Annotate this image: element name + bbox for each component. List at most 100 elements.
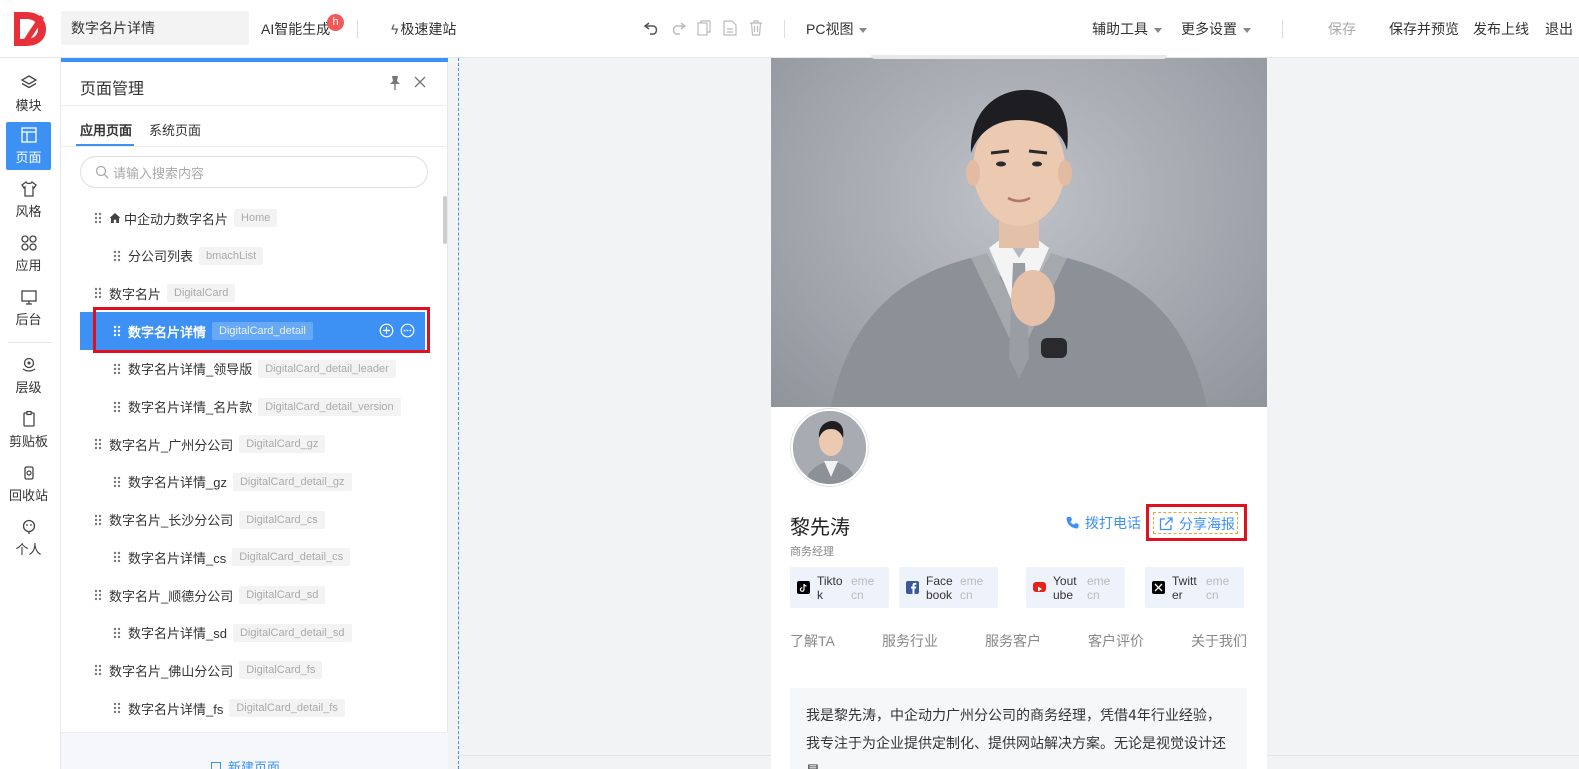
close-icon[interactable] xyxy=(413,75,427,89)
page-search xyxy=(80,156,428,188)
avatar[interactable] xyxy=(791,409,868,486)
rail-item-recycle[interactable]: 回收站 xyxy=(6,460,51,508)
page-item[interactable]: 数字名片_佛山分公司 DigitalCard_fs xyxy=(80,651,425,689)
drag-handle-icon[interactable] xyxy=(93,286,103,300)
view-mode-select[interactable]: PC视图 xyxy=(806,19,868,39)
rail-item-layers[interactable]: 层级 xyxy=(6,352,51,400)
drag-handle-icon[interactable] xyxy=(93,513,103,527)
card-tab-industry[interactable]: 服务行业 xyxy=(882,631,938,651)
shirt-icon xyxy=(20,181,37,197)
rail-divider xyxy=(8,342,52,343)
page-item[interactable]: 数字名片_广州分公司 DigitalCard_gz xyxy=(80,425,425,463)
rail-item-clipboard[interactable]: 剪贴板 xyxy=(6,406,51,454)
page-item-tag: DigitalCard xyxy=(167,284,236,303)
search-input[interactable] xyxy=(113,163,413,183)
drag-handle-icon[interactable] xyxy=(93,211,103,225)
more-circle-icon[interactable] xyxy=(400,323,415,338)
card-tab-about-ta[interactable]: 了解TA xyxy=(790,631,835,651)
page-item[interactable]: 分公司列表 bmachList xyxy=(80,237,425,275)
drag-handle-icon[interactable] xyxy=(112,475,122,489)
rail-item-pages[interactable]: 页面 xyxy=(6,122,51,170)
quick-build-button[interactable]: ϟ 极速建站 xyxy=(391,19,456,39)
save-button[interactable]: 保存 xyxy=(1328,19,1356,39)
profile-photo[interactable] xyxy=(771,58,1267,407)
facebook-icon xyxy=(906,581,919,594)
logo-icon xyxy=(14,12,46,46)
drag-handle-icon[interactable] xyxy=(112,550,122,564)
rail-item-modules[interactable]: 模块 xyxy=(6,70,51,118)
page-item-name: 数字名片_顺德分公司 xyxy=(109,588,234,604)
person-name: 黎先涛 xyxy=(790,515,850,539)
drag-handle-icon[interactable] xyxy=(112,701,122,715)
page-item-name: 数字名片详情_sd xyxy=(128,626,227,642)
undo-icon[interactable] xyxy=(643,17,661,39)
search-icon xyxy=(95,165,109,179)
call-button[interactable]: 拨打电话 xyxy=(1066,513,1141,533)
tab-system-pages[interactable]: 系统页面 xyxy=(149,120,201,139)
page-item[interactable]: 数字名片_顺德分公司 DigitalCard_sd xyxy=(80,576,425,614)
drag-handle-icon[interactable] xyxy=(93,663,103,677)
rail-item-apps[interactable]: 应用 xyxy=(6,230,51,278)
page-item[interactable]: 数字名片详情_cs DigitalCard_detail_cs xyxy=(80,538,425,576)
apps-icon xyxy=(20,235,37,251)
page-management-panel: 页面管理 应用页面 系统页面 中企动力数字名片 Home 分公司列表 bmachLis… xyxy=(61,58,448,769)
new-page-icon xyxy=(211,762,221,769)
save-preview-button[interactable]: 保存并预览 xyxy=(1389,19,1459,39)
page-item[interactable]: 中企动力数字名片 Home xyxy=(80,199,425,237)
exit-button[interactable]: 退出 xyxy=(1545,19,1579,39)
redo-icon[interactable] xyxy=(669,17,687,39)
add-circle-icon[interactable] xyxy=(379,323,394,338)
page-item-selected[interactable]: 数字名片详情 DigitalCard_detail xyxy=(80,312,425,351)
page-item-name: 数字名片_长沙分公司 xyxy=(109,513,234,529)
page-item[interactable]: 数字名片详情_fs DigitalCard_detail_fs xyxy=(80,689,425,727)
rail-item-backend[interactable]: 后台 xyxy=(6,284,51,332)
page-item[interactable]: 数字名片详情_gz DigitalCard_detail_gz xyxy=(80,463,425,501)
delete-icon[interactable] xyxy=(747,17,765,39)
page-item[interactable]: 数字名片详情_名片款 DigitalCard_detail_version xyxy=(80,388,425,426)
scrollbar[interactable] xyxy=(443,196,447,244)
toolbar-divider xyxy=(1282,20,1283,38)
copy-icon[interactable] xyxy=(695,17,713,39)
drag-handle-icon[interactable] xyxy=(112,400,122,414)
drag-handle-icon[interactable] xyxy=(112,626,122,640)
page-item-tag: DigitalCard_sd xyxy=(239,586,326,604)
ai-generate-button[interactable]: AI智能生成 xyxy=(261,19,330,39)
intro-text: 我是黎先涛，中企动力广州分公司的商务经理，凭借4年行业经验，我专注于为企业提供定… xyxy=(790,688,1247,769)
page-tree: 中企动力数字名片 Home 分公司列表 bmachList 数字名片 DigitalCar… xyxy=(61,199,444,729)
more-settings-menu[interactable]: 更多设置 xyxy=(1181,19,1251,39)
tab-app-pages[interactable]: 应用页面 xyxy=(80,120,132,139)
drag-handle-icon[interactable] xyxy=(112,324,122,338)
card-tab-about-us[interactable]: 关于我们 xyxy=(1191,631,1247,651)
paste-icon[interactable] xyxy=(721,17,739,39)
page-item[interactable]: 数字名片详情_领导版 DigitalCard_detail_leader xyxy=(80,350,425,388)
social-twitter[interactable]: Twitter emecn xyxy=(1145,567,1244,608)
avatar-illustration xyxy=(793,411,866,484)
new-page-button[interactable]: 新建页面 xyxy=(211,757,280,769)
social-youtube[interactable]: Youtube emecn xyxy=(1026,567,1125,608)
share-poster-button[interactable]: 分享海报 xyxy=(1159,514,1235,534)
page-item[interactable]: 数字名片_长沙分公司 DigitalCard_cs xyxy=(80,501,425,539)
publish-button[interactable]: 发布上线 xyxy=(1473,19,1529,39)
assist-tools-menu[interactable]: 辅助工具 xyxy=(1092,19,1162,39)
page-item[interactable]: 数字名片 DigitalCard xyxy=(80,274,425,312)
drag-handle-icon[interactable] xyxy=(93,437,103,451)
page-name-input[interactable] xyxy=(61,11,249,45)
drag-handle-icon[interactable] xyxy=(112,249,122,263)
rail-item-style[interactable]: 风格 xyxy=(6,176,51,224)
digital-card-preview[interactable]: 黎先涛 商务经理 拨打电话 分享海报 Tiktok emecn Facebook… xyxy=(771,58,1267,769)
card-tab-clients[interactable]: 服务客户 xyxy=(985,631,1041,651)
tabs-divider xyxy=(61,146,448,147)
page-item-name: 数字名片详情_fs xyxy=(128,701,224,717)
card-tab-reviews[interactable]: 客户评价 xyxy=(1088,631,1144,651)
rail-item-personal[interactable]: 个人 xyxy=(6,514,51,562)
clipboard-icon xyxy=(22,410,35,427)
social-facebook[interactable]: Facebook emecn xyxy=(899,567,998,608)
page-item[interactable]: 数字名片详情_sd DigitalCard_detail_sd xyxy=(80,614,425,652)
drag-handle-icon[interactable] xyxy=(112,362,122,376)
pin-icon[interactable] xyxy=(388,75,402,91)
page-item-actions xyxy=(379,323,415,338)
share-icon xyxy=(1159,517,1173,531)
page-item-tag: Home xyxy=(234,209,278,227)
drag-handle-icon[interactable] xyxy=(93,588,103,602)
social-tiktok[interactable]: Tiktok emecn xyxy=(790,567,889,608)
